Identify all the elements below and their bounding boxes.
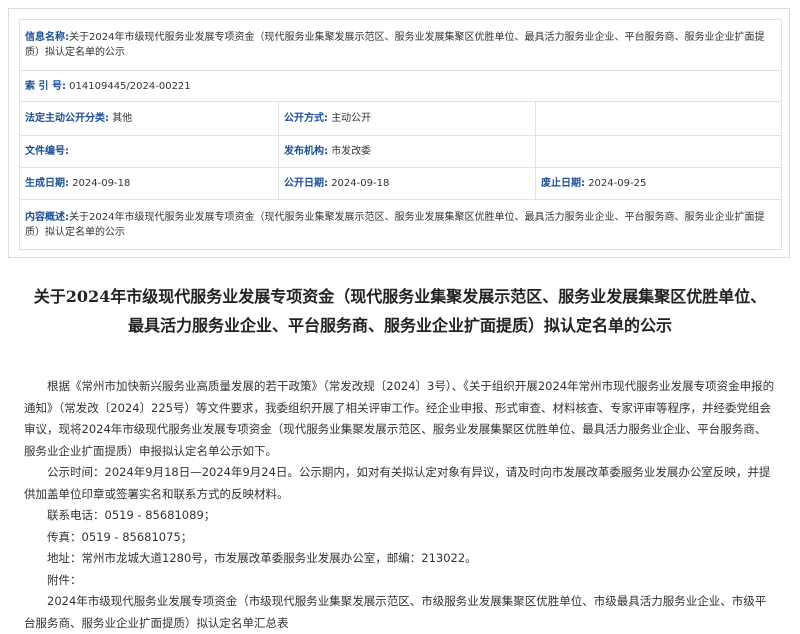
- document-metadata-panel: 信息名称:关于2024年市级现代服务业发展专项资金（现代服务业集聚发展示范区、服…: [8, 8, 790, 258]
- summary-label: 内容概述:: [25, 211, 69, 223]
- metadata-row-index: 索 引 号: 014109445/2024-00221: [19, 70, 782, 102]
- article-paragraph-period: 公示时间：2024年9月18日—2024年9月24日。公示期内，如对有关拟认定对…: [24, 465, 771, 501]
- index-label: 索 引 号:: [25, 80, 66, 92]
- index-value: 014109445/2024-00221: [69, 80, 191, 92]
- category-value: 其他: [112, 113, 133, 124]
- publisher-cell: 发布机构: 市发改委: [278, 135, 536, 168]
- expire-cell: 废止日期: 2024-09-25: [535, 167, 782, 200]
- article-body: 根据《常州市加快新兴服务业高质量发展的若干政策》（常发改规〔2024〕3号）、《…: [24, 376, 776, 634]
- contact-phone: 联系电话：0519 - 85681089；: [47, 508, 216, 522]
- attachment-link[interactable]: 2024年市级现代服务业发展专项资金（市级现代服务业集聚发展示范区、市级服务业发…: [24, 591, 776, 634]
- summary-cell: 内容概述:关于2024年市级现代服务业发展专项资金（现代服务业集聚发展示范区、服…: [19, 199, 782, 250]
- doc-no-cell: 文件编号:: [19, 135, 279, 168]
- metadata-row-summary: 内容概述:关于2024年市级现代服务业发展专项资金（现代服务业集聚发展示范区、服…: [19, 199, 782, 250]
- category-label: 法定主动公开分类:: [25, 113, 109, 124]
- article-paragraph-basis: 根据《常州市加快新兴服务业高质量发展的若干政策》（常发改规〔2024〕3号）、《…: [24, 379, 775, 458]
- expire-value: 2024-09-25: [588, 178, 647, 189]
- attachment-label: 附件：: [47, 572, 82, 587]
- article-title: 关于2024年市级现代服务业发展专项资金（现代服务业集聚发展示范区、服务业发展集…: [33, 287, 767, 335]
- doc-no-label: 文件编号:: [25, 146, 69, 157]
- method-cell: 公开方式: 主动公开: [278, 101, 536, 136]
- metadata-row-dates: 生成日期: 2024-09-18 公开日期: 2024-09-18 废止日期: …: [19, 167, 782, 200]
- contact-address: 地址：常州市龙城大道1280号，市发展改革委服务业发展办公室，邮编：213022…: [47, 551, 477, 565]
- metadata-row-category: 法定主动公开分类: 其他 公开方式: 主动公开: [19, 101, 782, 136]
- contact-fax: 传真：0519 - 85681075；: [47, 529, 193, 544]
- method-value: 主动公开: [331, 113, 372, 124]
- method-label: 公开方式:: [284, 113, 328, 124]
- created-cell: 生成日期: 2024-09-18: [19, 167, 279, 200]
- created-label: 生成日期:: [25, 178, 69, 189]
- publisher-label: 发布机构:: [284, 146, 328, 157]
- publisher-value: 市发改委: [331, 146, 372, 157]
- public-date-value: 2024-09-18: [331, 178, 390, 189]
- public-date-cell: 公开日期: 2024-09-18: [278, 167, 536, 200]
- summary-value: 关于2024年市级现代服务业发展专项资金（现代服务业集聚发展示范区、服务业发展集…: [25, 211, 765, 238]
- metadata-row-info-name: 信息名称:关于2024年市级现代服务业发展专项资金（现代服务业集聚发展示范区、服…: [19, 19, 782, 71]
- category-cell: 法定主动公开分类: 其他: [19, 101, 279, 136]
- info-name-label: 信息名称:: [25, 32, 69, 43]
- index-cell: 索 引 号: 014109445/2024-00221: [19, 70, 782, 102]
- metadata-row-doc-no: 文件编号: 发布机构: 市发改委: [19, 135, 782, 168]
- info-name-value: 关于2024年市级现代服务业发展专项资金（现代服务业集聚发展示范区、服务业发展集…: [25, 32, 765, 58]
- empty-cell: [535, 101, 782, 136]
- info-name-cell: 信息名称:关于2024年市级现代服务业发展专项资金（现代服务业集聚发展示范区、服…: [19, 19, 782, 71]
- created-value: 2024-09-18: [72, 178, 131, 189]
- expire-label: 废止日期:: [541, 178, 585, 189]
- metadata-table: 信息名称:关于2024年市级现代服务业发展专项资金（现代服务业集聚发展示范区、服…: [19, 19, 782, 250]
- empty-cell: [535, 135, 782, 168]
- public-date-label: 公开日期:: [284, 178, 328, 189]
